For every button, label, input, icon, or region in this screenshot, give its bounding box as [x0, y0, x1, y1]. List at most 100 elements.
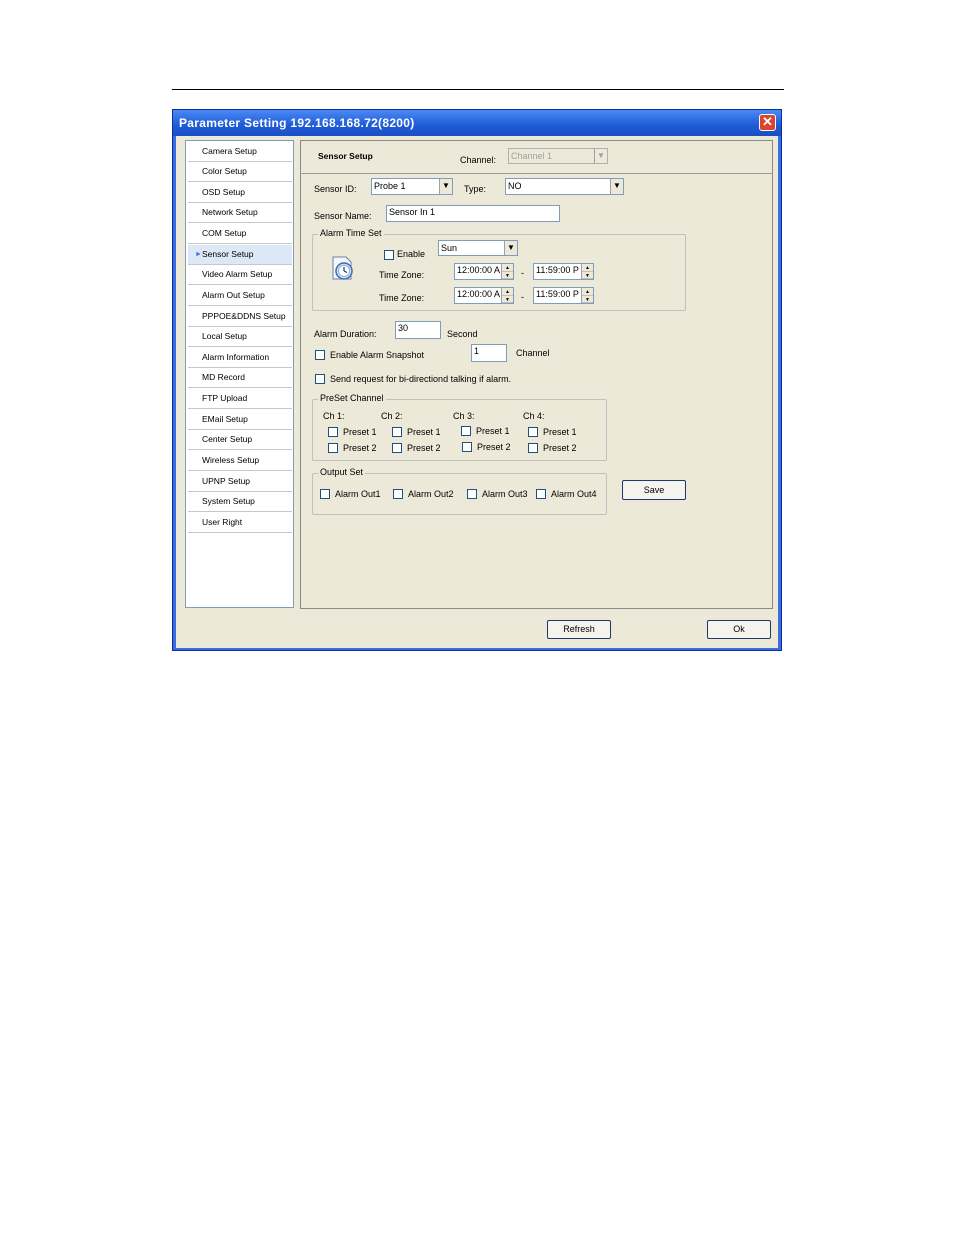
sidebar-item-sensor-setup[interactable]: ► Sensor Setup: [188, 245, 292, 265]
time-spinner[interactable]: ▲ ▼: [581, 264, 593, 279]
time-zone-1-dash: -: [521, 268, 524, 278]
spin-down-icon[interactable]: ▼: [582, 296, 593, 303]
spin-up-icon[interactable]: ▲: [502, 264, 513, 272]
sidebar-item-com-setup[interactable]: COM Setup: [188, 224, 292, 244]
alarm-out4-label: Alarm Out4: [551, 489, 597, 499]
enable-alarm-time-checkbox[interactable]: [384, 250, 394, 260]
spin-down-icon[interactable]: ▼: [502, 296, 513, 303]
ch3-preset2-label: Preset 2: [477, 442, 511, 452]
spin-up-icon[interactable]: ▲: [582, 264, 593, 272]
sidebar-item-alarm-information[interactable]: Alarm Information: [188, 348, 292, 368]
ch4-label: Ch 4:: [523, 411, 545, 421]
channel-select[interactable]: Channel 1 ▼: [508, 148, 608, 164]
alarm-out4-checkbox[interactable]: [536, 489, 546, 499]
spin-up-icon[interactable]: ▲: [582, 288, 593, 296]
alarm-duration-label: Alarm Duration:: [314, 329, 377, 339]
time-value: 12:00:00 A: [457, 265, 501, 275]
snapshot-channel-unit: Channel: [516, 348, 550, 358]
type-value: NO: [508, 181, 522, 191]
sidebar-item-system-setup[interactable]: System Setup: [188, 492, 292, 512]
sensor-id-label: Sensor ID:: [314, 184, 357, 194]
alarm-out2-checkbox[interactable]: [393, 489, 403, 499]
sidebar-item-label: OSD Setup: [202, 187, 245, 197]
ch4-preset1-checkbox[interactable]: [528, 427, 538, 437]
alarm-out1-checkbox[interactable]: [320, 489, 330, 499]
enable-alarm-snapshot-label: Enable Alarm Snapshot: [330, 350, 425, 360]
sidebar-item-md-record[interactable]: MD Record: [188, 368, 292, 388]
ch2-preset1-checkbox[interactable]: [392, 427, 402, 437]
parameter-setting-window: Parameter Setting 192.168.168.72(8200) ✕…: [172, 109, 782, 651]
ch4-preset2-label: Preset 2: [543, 443, 577, 453]
alarm-duration-input[interactable]: 30: [395, 321, 441, 339]
ch1-preset1-checkbox[interactable]: [328, 427, 338, 437]
bidirectional-talk-label: Send request for bi-directiond talking i…: [330, 374, 512, 384]
sidebar-item-wireless-setup[interactable]: Wireless Setup: [188, 451, 292, 471]
ch3-label: Ch 3:: [453, 411, 475, 421]
sidebar-item-label: Alarm Out Setup: [202, 290, 265, 300]
sidebar-item-ftp-upload[interactable]: FTP Upload: [188, 389, 292, 409]
alarm-out2-label: Alarm Out2: [408, 489, 454, 499]
ch1-preset2-label: Preset 2: [343, 443, 377, 453]
ch4-preset2-checkbox[interactable]: [528, 443, 538, 453]
window-client-area: Camera Setup Color Setup OSD Setup Netwo…: [176, 136, 778, 648]
bidirectional-talk-checkbox[interactable]: [315, 374, 325, 384]
time-spinner[interactable]: ▲ ▼: [581, 288, 593, 303]
page-title: Sensor Setup: [318, 151, 373, 161]
sidebar-item-center-setup[interactable]: Center Setup: [188, 430, 292, 450]
alarm-time-set-title: Alarm Time Set: [318, 228, 384, 238]
sidebar-item-local-setup[interactable]: Local Setup: [188, 327, 292, 347]
ch3-preset1-checkbox[interactable]: [461, 426, 471, 436]
sidebar-item-network-setup[interactable]: Network Setup: [188, 203, 292, 223]
time-zone-1-end-input[interactable]: 11:59:00 P ▲ ▼: [533, 263, 594, 280]
channel-value: Channel 1: [511, 151, 553, 161]
day-select[interactable]: Sun ▼: [438, 240, 518, 256]
sidebar-item-label: Alarm Information: [202, 352, 270, 362]
ch2-preset1-label: Preset 1: [407, 427, 441, 437]
sidebar-item-label: MD Record: [202, 372, 245, 382]
enable-alarm-snapshot-checkbox[interactable]: [315, 350, 325, 360]
output-set-title: Output Set: [318, 467, 366, 477]
sidebar-item-camera-setup[interactable]: Camera Setup: [188, 142, 292, 162]
time-zone-1-start-input[interactable]: 12:00:00 A ▲ ▼: [454, 263, 514, 280]
time-spinner[interactable]: ▲ ▼: [501, 288, 513, 303]
save-button[interactable]: Save: [622, 480, 686, 500]
sensor-id-select[interactable]: Probe 1 ▼: [371, 178, 453, 195]
time-zone-2-end-input[interactable]: 11:59:00 P ▲ ▼: [533, 287, 594, 304]
sidebar-item-osd-setup[interactable]: OSD Setup: [188, 183, 292, 203]
sidebar-item-upnp-setup[interactable]: UPNP Setup: [188, 472, 292, 492]
time-spinner[interactable]: ▲ ▼: [501, 264, 513, 279]
title-bar[interactable]: Parameter Setting 192.168.168.72(8200) ✕: [173, 110, 781, 136]
ch1-preset2-checkbox[interactable]: [328, 443, 338, 453]
sidebar-item-color-setup[interactable]: Color Setup: [188, 162, 292, 182]
settings-sidebar: Camera Setup Color Setup OSD Setup Netwo…: [185, 140, 294, 608]
sidebar-item-video-alarm-setup[interactable]: Video Alarm Setup: [188, 265, 292, 285]
sidebar-item-pppoe-ddns-setup[interactable]: PPPOE&DDNS Setup: [188, 307, 292, 327]
alarm-out3-checkbox[interactable]: [467, 489, 477, 499]
time-zone-2-start-input[interactable]: 12:00:00 A ▲ ▼: [454, 287, 514, 304]
sidebar-item-email-setup[interactable]: EMail Setup: [188, 410, 292, 430]
ok-button[interactable]: Ok: [707, 620, 771, 639]
snapshot-channel-input[interactable]: 1: [471, 344, 507, 362]
chevron-down-icon: ▼: [610, 179, 623, 194]
clock-icon: [332, 256, 353, 280]
sidebar-item-label: Camera Setup: [202, 146, 257, 156]
sidebar-item-alarm-out-setup[interactable]: Alarm Out Setup: [188, 286, 292, 306]
type-select[interactable]: NO ▼: [505, 178, 624, 195]
sensor-id-value: Probe 1: [374, 181, 406, 191]
time-value: 11:59:00 P: [536, 289, 579, 299]
chevron-down-icon: ▼: [594, 149, 607, 163]
sidebar-item-label: EMail Setup: [202, 414, 248, 424]
spin-down-icon[interactable]: ▼: [502, 272, 513, 279]
sidebar-item-user-right[interactable]: User Right: [188, 513, 292, 533]
refresh-button[interactable]: Refresh: [547, 620, 611, 639]
sensor-name-input[interactable]: Sensor In 1: [386, 205, 560, 222]
spin-down-icon[interactable]: ▼: [582, 272, 593, 279]
ch2-preset2-checkbox[interactable]: [392, 443, 402, 453]
ch3-preset2-checkbox[interactable]: [462, 442, 472, 452]
alarm-out3-label: Alarm Out3: [482, 489, 528, 499]
spin-up-icon[interactable]: ▲: [502, 288, 513, 296]
ch1-preset1-label: Preset 1: [343, 427, 377, 437]
enable-label: Enable: [397, 249, 426, 259]
time-zone-2-label: Time Zone:: [379, 293, 425, 303]
close-button[interactable]: ✕: [759, 114, 776, 131]
